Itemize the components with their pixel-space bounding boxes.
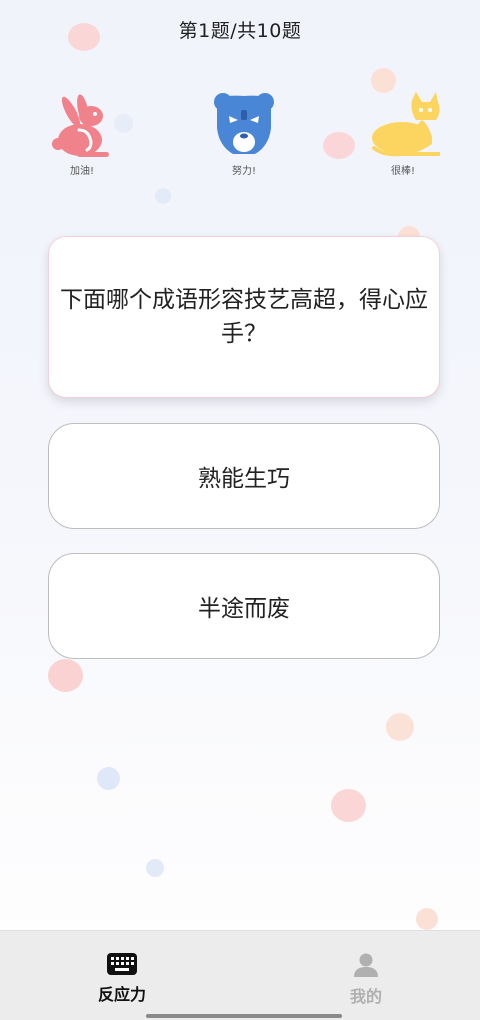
mascot-rabbit: 加油!: [37, 90, 127, 177]
question-card: 下面哪个成语形容技艺高超，得心应手？: [48, 236, 440, 398]
tab-reaction-label: 反应力: [97, 985, 146, 1004]
bear-icon: [214, 93, 274, 154]
answer-option-2[interactable]: 半途而废: [48, 553, 440, 659]
answer-option-1[interactable]: 熟能生巧: [48, 423, 440, 529]
mascot-bear: 努力!: [199, 90, 289, 177]
tab-reaction[interactable]: 反应力: [62, 953, 182, 1005]
tab-mine-label: 我的: [349, 987, 382, 1006]
rabbit-icon: [52, 94, 109, 157]
mascot-label: 努力!: [231, 166, 256, 177]
decor-dot: [48, 659, 83, 692]
mascot-cat: 很棒!: [358, 90, 448, 177]
decor-dot: [155, 188, 171, 204]
person-icon: [354, 953, 378, 977]
tab-mine[interactable]: 我的: [306, 953, 426, 1007]
question-progress-title: 第1题/共10题: [178, 20, 302, 42]
mascot-label: 加油!: [69, 166, 94, 177]
decor-dot: [416, 908, 438, 930]
mascot-label: 很棒!: [390, 166, 415, 177]
question-text: 下面哪个成语形容技艺高超，得心应手？: [60, 287, 428, 347]
decor-dot: [331, 789, 366, 822]
decor-dot: [146, 859, 164, 877]
keyboard-icon: [107, 953, 137, 975]
decor-dot: [323, 132, 355, 159]
bottom-navigation: 反应力 我的: [0, 930, 480, 1020]
home-indicator[interactable]: [146, 1014, 342, 1018]
decor-dot: [386, 713, 414, 741]
decor-dot: [97, 767, 120, 790]
cat-icon: [372, 92, 440, 157]
